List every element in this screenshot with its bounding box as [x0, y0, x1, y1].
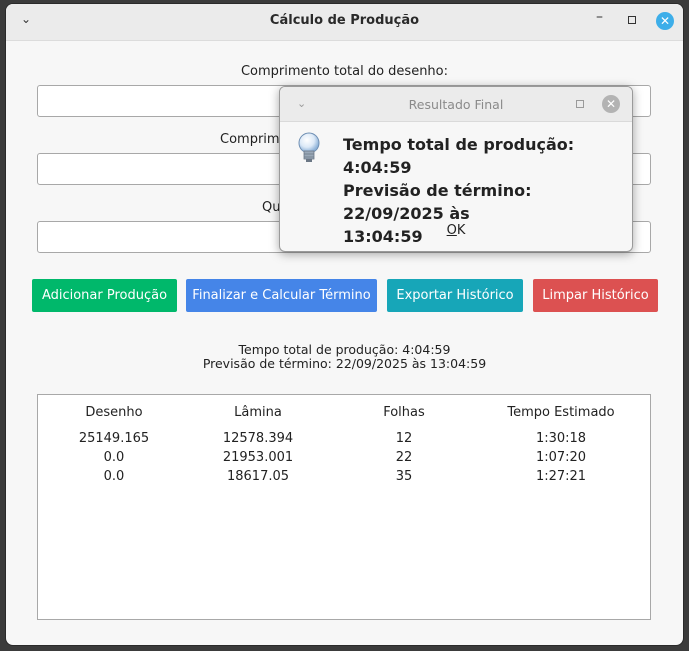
- dialog-message: Tempo total de produção: 4:04:59 Previsã…: [343, 133, 628, 248]
- clear-history-button[interactable]: Limpar Histórico: [533, 279, 658, 312]
- cell-folhas: 22: [395, 450, 413, 465]
- table-header: Desenho Lâmina Folhas Tempo Estimado: [38, 405, 652, 423]
- window-title: Cálculo de Produção: [269, 13, 420, 28]
- header-desenho[interactable]: Desenho: [54, 405, 174, 420]
- forecast-text: Previsão de término: 22/09/2025 às 13:04…: [202, 356, 487, 371]
- add-production-button[interactable]: Adicionar Produção: [32, 279, 177, 312]
- table-row[interactable]: 0.0 18617.05 35 1:27:21: [38, 469, 652, 487]
- ok-button[interactable]: OK: [436, 223, 476, 238]
- cell-lamina: 21953.001: [222, 450, 294, 465]
- cell-tempo: 1:30:18: [535, 431, 587, 446]
- ok-label: K: [456, 223, 466, 238]
- cell-folhas: 35: [395, 469, 413, 484]
- table-row[interactable]: 25149.165 12578.394 12 1:30:18: [38, 431, 652, 449]
- cell-tempo: 1:07:20: [535, 450, 587, 465]
- cell-folhas: 12: [395, 431, 413, 446]
- history-table[interactable]: Desenho Lâmina Folhas Tempo Estimado 251…: [37, 394, 651, 620]
- cell-lamina: 18617.05: [226, 469, 290, 484]
- maximize-icon[interactable]: [628, 16, 636, 24]
- cell-lamina: 12578.394: [222, 431, 294, 446]
- cell-desenho: 0.0: [103, 450, 125, 465]
- total-time-text: Tempo total de produção: 4:04:59: [238, 342, 451, 357]
- dialog-line-time: 13:04:59: [343, 227, 423, 246]
- lightbulb-icon: [298, 132, 320, 162]
- table-row[interactable]: 0.0 21953.001 22 1:07:20: [38, 450, 652, 468]
- length-label: Comprim: [220, 132, 280, 147]
- dialog-line-total: Tempo total de produção: 4:04:59: [343, 135, 575, 177]
- maximize-icon[interactable]: [576, 100, 584, 108]
- close-icon[interactable]: ✕: [602, 95, 620, 113]
- cell-tempo: 1:27:21: [535, 469, 587, 484]
- minimize-icon[interactable]: –: [596, 9, 603, 25]
- ok-mnemonic: O: [446, 223, 457, 238]
- result-dialog: ⌄ Resultado Final ✕ Tempo total de produ…: [279, 86, 633, 252]
- quantity-label: Qu: [262, 200, 281, 215]
- finalize-button[interactable]: Finalizar e Calcular Término: [186, 279, 377, 312]
- header-lamina[interactable]: Lâmina: [198, 405, 318, 420]
- close-icon[interactable]: ✕: [656, 12, 674, 30]
- header-folhas[interactable]: Folhas: [344, 405, 464, 420]
- dialog-line-forecast: Previsão de término: 22/09/2025 às: [343, 181, 532, 223]
- header-tempo[interactable]: Tempo Estimado: [498, 405, 624, 420]
- total-length-label: Comprimento total do desenho:: [240, 64, 449, 79]
- cell-desenho: 25149.165: [78, 431, 150, 446]
- export-history-button[interactable]: Exportar Histórico: [387, 279, 523, 312]
- title-bar: ⌄ Cálculo de Produção – ✕: [6, 4, 683, 41]
- dialog-title-bar: ⌄ Resultado Final ✕: [280, 87, 632, 122]
- cell-desenho: 0.0: [103, 469, 125, 484]
